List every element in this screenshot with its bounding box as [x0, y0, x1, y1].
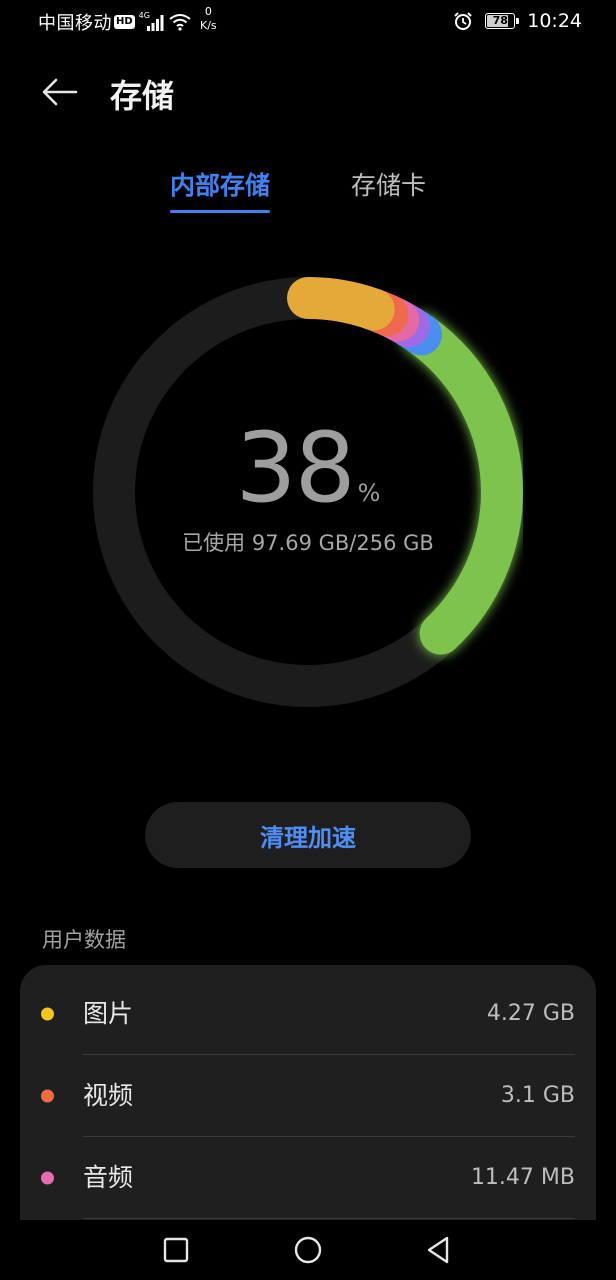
category-size: 11.47 MB [470, 1165, 575, 1190]
net-speed: 0 K/s [200, 5, 217, 33]
category-dot-icon [41, 1171, 54, 1185]
percent-sign: % [357, 479, 381, 507]
category-size: 3.1 GB [500, 1083, 575, 1108]
home-button[interactable] [288, 1230, 328, 1270]
percent-display: 38% [93, 412, 523, 524]
category-label: 音频 [83, 1163, 134, 1192]
divider [83, 1218, 575, 1219]
hd-icon: HD [114, 15, 135, 29]
category-dot-icon [41, 1089, 54, 1103]
category-label: 图片 [83, 999, 134, 1028]
home-circle-icon [294, 1236, 322, 1264]
section-title: 用户数据 [42, 928, 126, 952]
signal-bars-icon: 4G [138, 11, 165, 31]
recents-button[interactable] [156, 1230, 196, 1270]
user-data-list: 图片 4.27 GB 视频 3.1 GB 音频 11.47 MB [20, 965, 596, 1225]
tab-indicator [170, 210, 271, 213]
battery-level: 78 [492, 14, 508, 27]
back-nav-button[interactable] [418, 1230, 458, 1270]
navigation-bar [0, 1220, 616, 1280]
recents-square-icon [163, 1237, 189, 1263]
battery-icon: 78 [485, 13, 520, 29]
carrier-name: 中国移动 [38, 13, 112, 34]
clean-speedup-button[interactable]: 清理加速 [145, 802, 471, 868]
usage-text: 已使用 97.69 GB/256 GB [182, 531, 434, 555]
tab-storage-card[interactable]: 存储卡 [351, 166, 426, 202]
network-indicators: HD 4G [114, 10, 191, 34]
storage-usage-ring: 38% 已使用 97.69 GB/256 GB [93, 277, 523, 707]
net-speed-value: 0 [204, 5, 212, 18]
list-item-videos[interactable]: 视频 3.1 GB [20, 1055, 596, 1137]
net-speed-unit: K/s [200, 19, 217, 32]
category-size: 4.27 GB [486, 1001, 575, 1026]
page-title: 存储 [110, 77, 175, 115]
category-dot-icon [41, 1007, 54, 1021]
status-right: 78 10:24 [453, 9, 582, 33]
list-item-audio[interactable]: 音频 11.47 MB [20, 1137, 596, 1219]
wifi-icon [169, 13, 191, 31]
tab-label: 存储卡 [351, 171, 427, 200]
status-bar: 中国移动 HD 4G 0 K/s 78 10:24 [0, 0, 616, 44]
back-triangle-icon [427, 1236, 449, 1264]
tab-label: 内部存储 [170, 171, 271, 200]
clock: 10:24 [527, 10, 582, 32]
list-item-pictures[interactable]: 图片 4.27 GB [20, 973, 596, 1055]
network-type-label: 4G [138, 11, 150, 20]
title-bar: 存储 [0, 60, 616, 124]
back-button[interactable] [36, 68, 84, 116]
arrow-left-icon [42, 78, 78, 106]
storage-tabs: 内部存储 存储卡 [0, 160, 616, 220]
category-label: 视频 [83, 1081, 134, 1110]
tab-internal-storage[interactable]: 内部存储 [170, 166, 271, 213]
percent-value: 38 [235, 412, 356, 524]
alarm-icon [453, 11, 473, 31]
